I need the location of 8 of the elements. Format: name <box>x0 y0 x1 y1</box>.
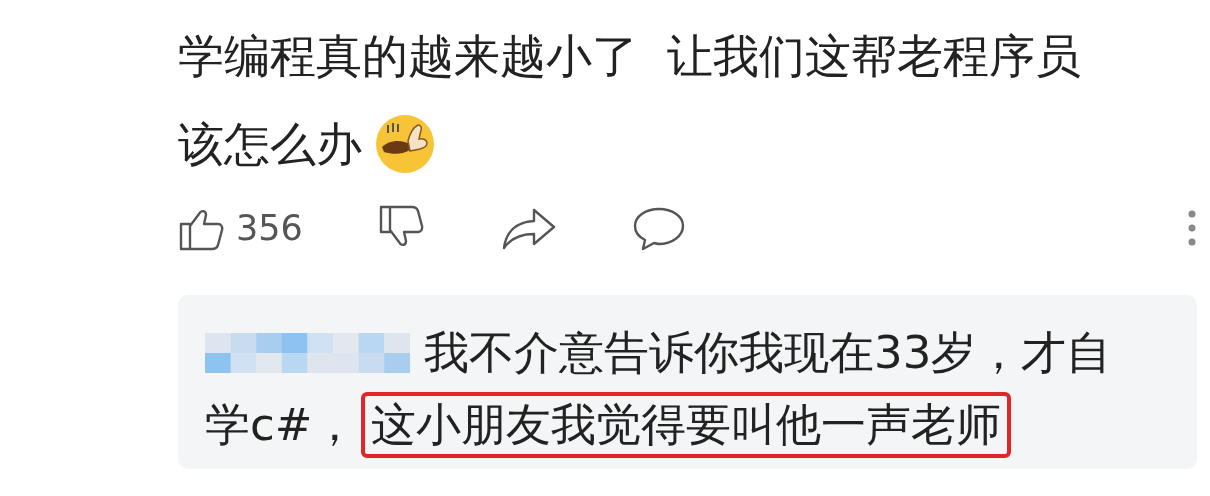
emoji-icon <box>374 113 436 175</box>
comment-text: 该怎么办 <box>178 116 362 173</box>
reply-text: 学c#， <box>205 397 358 453</box>
reply-text: 我不介意告诉你我现在33岁，才自 <box>424 325 1112 381</box>
more-icon[interactable] <box>1187 209 1197 247</box>
comment-text: 学编程真的越来越小了 让我们这帮老程序员 <box>178 28 1083 85</box>
like-count: 356 <box>236 208 303 248</box>
highlight-box: 这小朋友我觉得要叫他一声老师 <box>361 392 1012 458</box>
